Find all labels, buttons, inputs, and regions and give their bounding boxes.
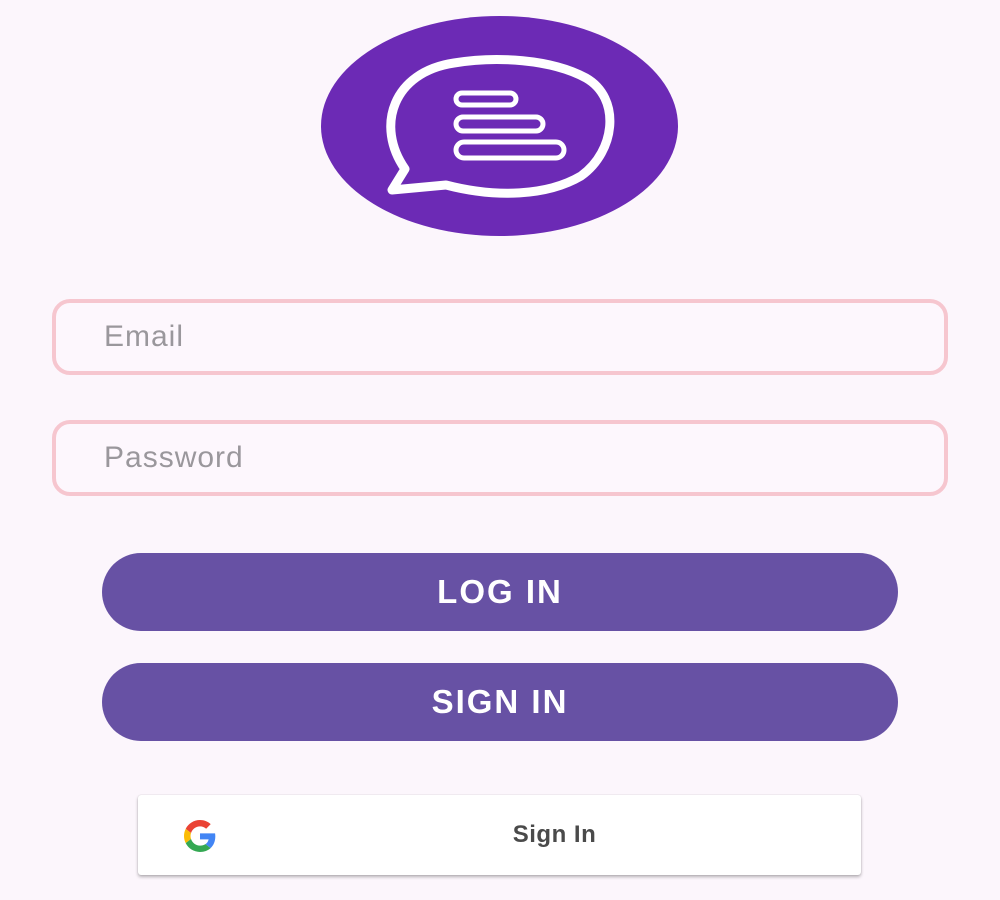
log-in-button[interactable]: LOG IN [102,553,898,631]
app-logo [321,16,678,236]
email-field[interactable] [52,299,948,375]
password-field[interactable] [52,420,948,496]
google-sign-in-label: Sign In [512,821,597,848]
google-sign-in-button[interactable]: Sign In [138,795,861,875]
password-input[interactable] [56,424,944,492]
chat-bubble-lines-icon [386,55,615,198]
sign-in-button[interactable]: SIGN IN [102,663,898,741]
email-input[interactable] [56,303,944,371]
